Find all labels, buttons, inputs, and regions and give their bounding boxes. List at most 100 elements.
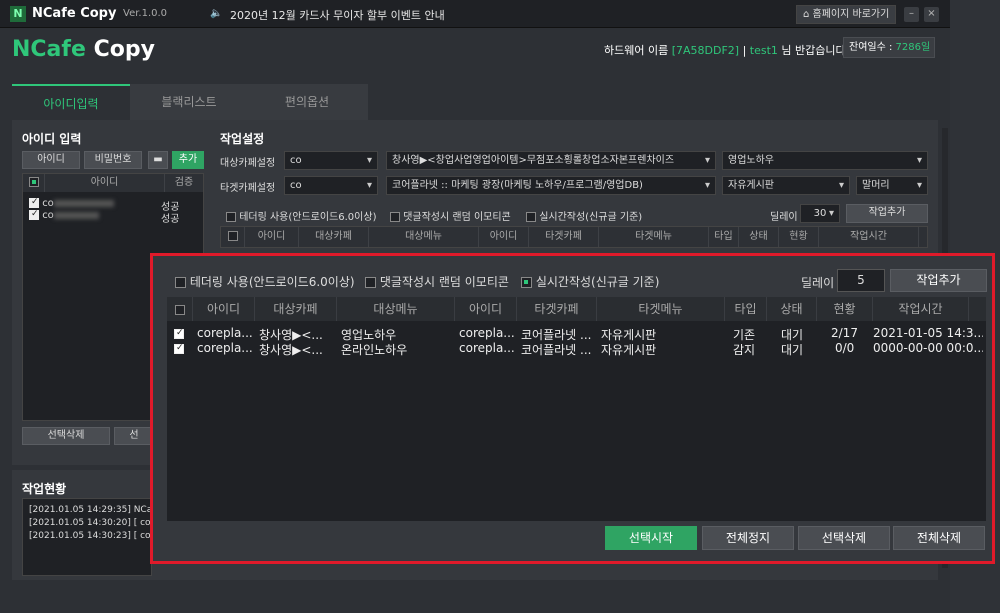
app-name: NCafe Copy [32, 6, 117, 21]
tacket-head-select[interactable]: 말머리 [856, 176, 928, 195]
ov-col-progress: 현황 [817, 297, 873, 321]
target-account-select[interactable]: co [284, 151, 378, 170]
row-checkbox[interactable] [174, 328, 184, 339]
id-list-header: 아이디 검증 [23, 174, 203, 192]
row-id: co [42, 210, 54, 221]
cell-id: corepla... [197, 341, 253, 355]
row-checkbox[interactable] [29, 209, 39, 220]
id-button[interactable]: 아이디 [22, 151, 80, 169]
target-cafe-select[interactable]: 창사영▶<창업사업영업아이템>무점포소횡롤창업소자본프렌차이즈 [386, 151, 716, 170]
cell-target-cafe: 창사영▶<... [259, 343, 323, 357]
tacket-cafe-select[interactable]: 코어플라넷 :: 마케팅 광장(마케팅 노하우/프로그램/영업DB) [386, 176, 716, 195]
minimize-icon[interactable]: – [904, 7, 919, 22]
delete-all-button[interactable]: 선 [114, 427, 154, 445]
tacket-board-value: 자유게시판 [728, 180, 774, 191]
tab-blacklist[interactable]: 블랙리스트 [130, 84, 248, 120]
job-select-all[interactable] [221, 227, 245, 247]
table-row[interactable]: corepla... 창사영▶<... 영업노하우 corepla... 코어플… [167, 326, 986, 342]
brand-rest: Copy [85, 37, 155, 62]
add-job-button[interactable]: 작업추가 [846, 204, 928, 223]
tacket-account-value: co [290, 180, 302, 191]
col-check: 검증 [174, 177, 194, 188]
overlay-add-job-button[interactable]: 작업추가 [890, 269, 987, 292]
overlay-delay-input[interactable]: 5 [837, 269, 885, 292]
hw-user: test1 [749, 44, 778, 57]
id-input-title: 아이디 입력 [22, 132, 82, 146]
cell-target-menu: 온라인노하우 [341, 343, 408, 357]
job-settings-title: 작업설정 [220, 132, 265, 146]
target-board-select[interactable]: 영업노하우 [722, 151, 928, 170]
job-col-tacket-menu: 타겟메뉴 [599, 227, 709, 247]
tacket-account-select[interactable]: co [284, 176, 378, 195]
cell-id: corepla... [197, 326, 253, 340]
tacket-board-select[interactable]: 자유게시판 [722, 176, 850, 195]
emoticon-option[interactable]: 댓글작성시 랜덤 이모티콘 [390, 208, 511, 223]
remaining-days: 잔여일수 : 7286일 [843, 37, 935, 58]
log-line: [2021.01.05 14:30:23] [ co [29, 531, 151, 541]
hw-code: [7A58DDF2] [671, 44, 740, 57]
job-col-target-cafe: 대상카페 [299, 227, 369, 247]
brand-logo: NCafe Copy [12, 37, 155, 62]
tethering-option[interactable]: 테더링 사용(안드로이드6.0이상) [226, 208, 376, 223]
job-col-id2: 아이디 [479, 227, 529, 247]
tab-bar: 아이디입력 블랙리스트 편의옵션 [12, 84, 368, 120]
folder-icon[interactable]: ▬ [148, 151, 168, 169]
table-row[interactable]: corepla... 창사영▶<... 온라인노하우 corepla... 코어… [167, 341, 986, 357]
list-item[interactable]: co [29, 209, 99, 221]
cell-id2: corepla... [459, 341, 515, 355]
delete-selected-button[interactable]: 선택삭제 [22, 427, 110, 445]
delete-all-jobs-button[interactable]: 전체삭제 [893, 526, 985, 550]
target-cafe-label: 대상카페설정 [220, 158, 276, 169]
hw-suffix: 님 반갑습니다! [777, 44, 851, 57]
cell-state: 대기 [781, 343, 804, 357]
home-icon: ⌂ [803, 9, 813, 20]
ov-col-state: 상태 [767, 297, 817, 321]
add-button[interactable]: 추가 [172, 151, 204, 169]
ov-opt1-label: 테더링 사용(안드로이드6.0이상) [189, 275, 355, 289]
overlay-tethering-option[interactable]: 테더링 사용(안드로이드6.0이상) [175, 273, 355, 290]
target-cafe-value: 창사영▶<창업사업영업아이템>무점포소횡롤창업소자본프렌차이즈 [392, 155, 675, 166]
row-checkbox[interactable] [29, 197, 39, 208]
ov-col-id2: 아이디 [455, 297, 517, 321]
log-line: [2021.01.05 14:30:20] [ co [29, 518, 151, 528]
opt2-label: 댓글작성시 랜덤 이모티콘 [403, 212, 511, 223]
days-label: 잔여일수 : [849, 42, 896, 53]
overlay-realtime-option[interactable]: 실시간작성(신규글 기준) [521, 273, 659, 290]
stop-all-button[interactable]: 전체정지 [702, 526, 794, 550]
overlay-select-all[interactable] [167, 297, 193, 321]
overlay-emoticon-option[interactable]: 댓글작성시 랜덤 이모티콘 [365, 273, 509, 290]
list-item[interactable]: co [29, 197, 114, 209]
app-version: Ver.1.0.0 [123, 8, 168, 19]
overlay-job-table: 아이디 대상카페 대상메뉴 아이디 타겟카페 타겟메뉴 타입 상태 현황 작업시… [167, 297, 986, 521]
cell-time: 2021-01-05 14:3... [873, 326, 983, 340]
tacket-cafe-label: 타겟카페설정 [220, 183, 276, 194]
delete-selected-jobs-button[interactable]: 선택삭제 [798, 526, 890, 550]
job-col-tacket-cafe: 타겟카페 [529, 227, 599, 247]
ov-col-target-cafe: 대상카페 [255, 297, 337, 321]
password-button[interactable]: 비밀번호 [84, 151, 142, 169]
start-selected-button[interactable]: 선택시작 [605, 526, 697, 550]
delay-input[interactable]: 30 [800, 204, 840, 223]
delay-value: 30 [813, 208, 827, 219]
ov-col-id: 아이디 [193, 297, 255, 321]
tab-id-input[interactable]: 아이디입력 [12, 84, 130, 120]
select-all-checkbox[interactable] [23, 174, 45, 192]
hw-prefix: 하드웨어 이름 [604, 44, 672, 57]
homepage-button[interactable]: ⌂ 홈페이지 바로가기 [796, 5, 897, 24]
notice-text[interactable]: 2020년 12월 카드사 무이자 할부 이벤트 안내 [230, 7, 445, 23]
overlay-table-header: 아이디 대상카페 대상메뉴 아이디 타겟카페 타겟메뉴 타입 상태 현황 작업시… [167, 297, 986, 321]
hw-sep: | [739, 44, 750, 57]
row-checkbox[interactable] [174, 343, 184, 354]
realtime-option[interactable]: 실시간작성(신규글 기준) [526, 208, 642, 223]
status-title: 작업현황 [22, 482, 67, 496]
days-value: 7286일 [895, 42, 931, 53]
tab-options[interactable]: 편의옵션 [248, 84, 366, 120]
job-table-header: 아이디 대상카페 대상메뉴 아이디 타겟카페 타겟메뉴 타입 상태 현황 작업시… [220, 226, 928, 248]
delay-label: 딜레이 [770, 212, 798, 223]
row-id: co [42, 198, 54, 209]
ov-opt3-label: 실시간작성(신규글 기준) [535, 275, 660, 289]
ov-opt2-label: 댓글작성시 랜덤 이모티콘 [379, 275, 509, 289]
close-icon[interactable]: × [924, 7, 939, 22]
opt1-label: 테더링 사용(안드로이드6.0이상) [239, 212, 377, 223]
opt3-label: 실시간작성(신규글 기준) [539, 212, 643, 223]
